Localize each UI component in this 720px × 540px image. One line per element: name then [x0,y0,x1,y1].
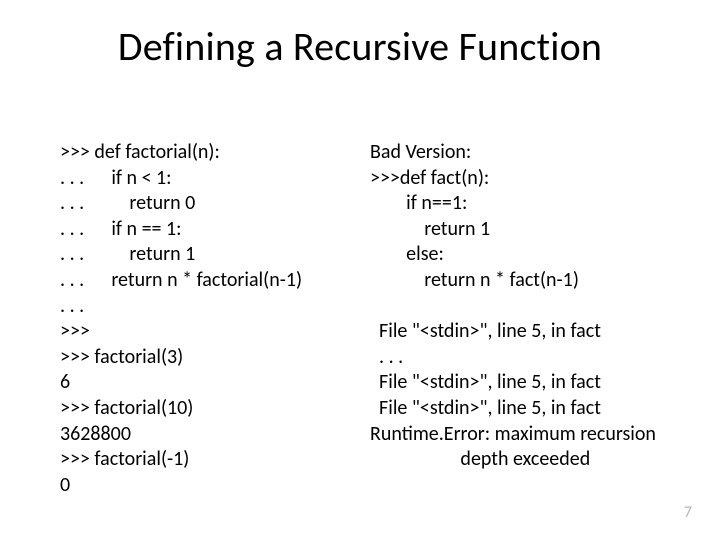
slide-title: Defining a Recursive Function [0,22,720,71]
code-block-good: >>> def factorial(n): . . . if n < 1: . … [60,140,360,498]
code-block-bad: Bad Version: >>>def fact(n): if n==1: re… [370,140,690,473]
page-number: 7 [684,503,692,522]
slide: Defining a Recursive Function >>> def fa… [0,0,720,540]
